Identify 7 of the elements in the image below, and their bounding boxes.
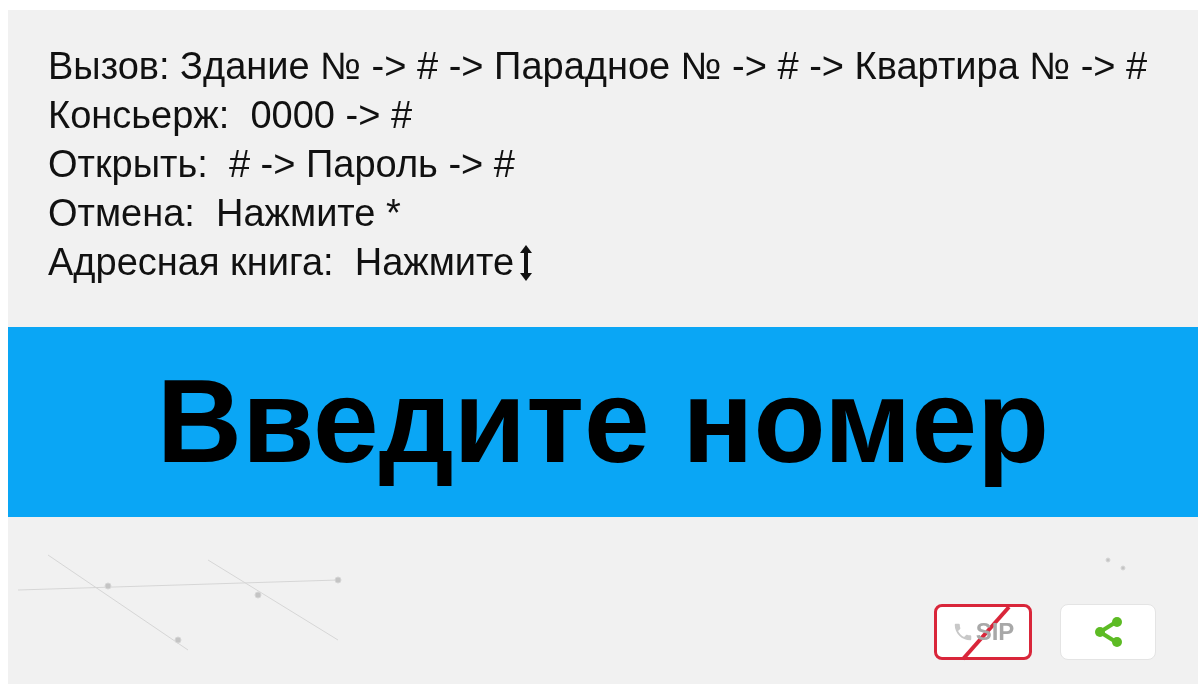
instruction-text: Открыть: # -> Пароль -> # [48,142,515,187]
prompt-title: Введите номер [156,354,1050,490]
share-button[interactable] [1060,604,1156,660]
instruction-text: Консьерж: 0000 -> # [48,93,413,138]
instruction-text: Вызов: Здание № -> # -> Парадное № -> # -> Квартира № -> # [48,44,1148,89]
instruction-text: Отмена: Нажмите * [48,191,401,236]
instruction-text: Адресная книга: Нажмите [48,240,515,285]
